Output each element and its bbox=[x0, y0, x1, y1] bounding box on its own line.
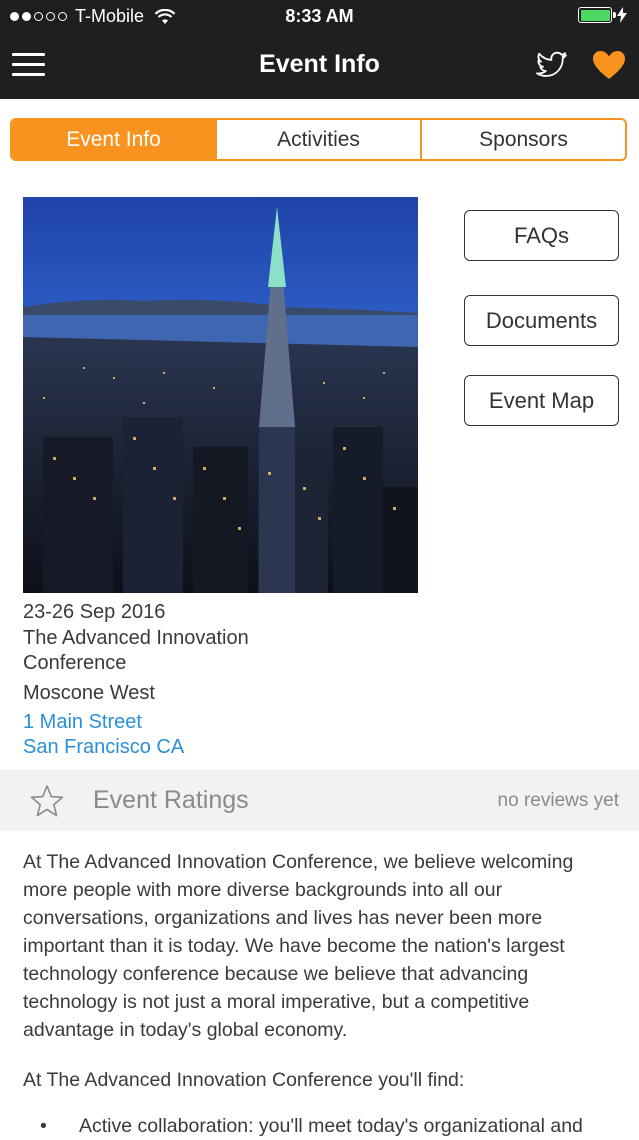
charging-icon bbox=[617, 7, 627, 23]
battery-indicator bbox=[578, 7, 627, 23]
twitter-icon[interactable] bbox=[535, 48, 569, 80]
section-tabs: Event Info Activities Sponsors bbox=[10, 118, 627, 161]
event-map-button[interactable]: Event Map bbox=[464, 375, 619, 426]
ratings-label: Event Ratings bbox=[93, 786, 249, 814]
description-paragraph-2: At The Advanced Innovation Conference yo… bbox=[23, 1069, 465, 1091]
heart-icon[interactable] bbox=[592, 50, 626, 80]
documents-button[interactable]: Documents bbox=[464, 295, 619, 346]
event-name-line-2: Conference bbox=[23, 652, 127, 674]
reviews-count: no reviews yet bbox=[497, 790, 619, 811]
event-venue: Moscone West bbox=[23, 682, 155, 704]
status-bar: T-Mobile 8:33 AM bbox=[0, 0, 639, 34]
tab-event-info[interactable]: Event Info bbox=[12, 120, 215, 159]
tab-sponsors[interactable]: Sponsors bbox=[420, 120, 625, 159]
star-outline-icon[interactable] bbox=[29, 784, 65, 818]
battery-icon bbox=[578, 7, 616, 23]
event-dates: 23-26 Sep 2016 bbox=[23, 601, 166, 623]
event-photo bbox=[23, 197, 418, 593]
top-bar: T-Mobile 8:33 AM Event Info bbox=[0, 0, 639, 99]
event-name-line-1: The Advanced Innovation bbox=[23, 627, 249, 649]
navigation-bar: Event Info bbox=[0, 34, 639, 99]
address-link-line-2[interactable]: San Francisco CA bbox=[23, 736, 184, 759]
event-ratings-bar: Event Ratings no reviews yet bbox=[0, 770, 639, 831]
tab-activities[interactable]: Activities bbox=[215, 120, 420, 159]
faqs-button[interactable]: FAQs bbox=[464, 210, 619, 261]
address-link-line-1[interactable]: 1 Main Street bbox=[23, 711, 142, 734]
description-paragraph-1: At The Advanced Innovation Conference, w… bbox=[23, 851, 574, 1041]
status-time: 8:33 AM bbox=[285, 6, 354, 26]
event-description: At The Advanced Innovation Conference, w… bbox=[23, 848, 623, 1116]
